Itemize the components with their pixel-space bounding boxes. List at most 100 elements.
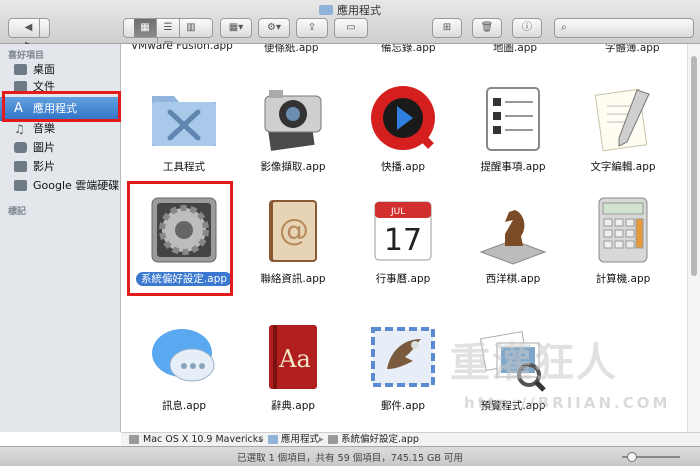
file-label: 訊息.app: [161, 400, 207, 412]
documents-icon: [14, 81, 27, 91]
sidebar-item-music[interactable]: ♫ 音樂: [0, 119, 121, 139]
share-icon: ⇪: [307, 22, 317, 33]
icon-view-button[interactable]: ▦: [134, 19, 156, 37]
file-label: 快播.app: [380, 161, 426, 173]
watermark-url: http://BRIIAN.COM: [464, 394, 671, 412]
sidebar-item-google-drive[interactable]: Google 雲端硬碟: [0, 176, 121, 196]
info-icon: ⓘ: [522, 22, 532, 33]
status-bar: 已選取 1 個項目，共有 59 個項目，745.15 GB 可用: [0, 446, 700, 466]
dictionary-glyph: Aa: [278, 345, 311, 373]
watermark-text: 重灌狂人: [450, 339, 618, 386]
toolbar: 應用程式 ◀▶ ▦☰▥▤ ▦▾ ⚙▾ ⇪ ▭ ⊞ 🗑 ⓘ ⌕: [0, 0, 700, 55]
app-icon: [328, 435, 338, 444]
svg-text:@: @: [279, 213, 309, 248]
list-icon: ☰: [163, 22, 173, 33]
file-label: 工具程式: [163, 161, 205, 173]
back-button[interactable]: ◀: [19, 19, 40, 37]
search-icon: ⌕: [561, 22, 567, 33]
sidebar-item-pictures[interactable]: 圖片: [0, 138, 121, 158]
file-label: 提醒事項.app: [480, 161, 546, 173]
sidebar-item-documents[interactable]: 文件: [0, 77, 121, 91]
file-label: 文字編輯.app: [590, 161, 656, 173]
reminders-icon: [486, 87, 540, 151]
path-bar: Mac OS X 10.9 Mavericks ▸ 應用程式 ▸ 系統偏好設定.…: [121, 432, 700, 446]
folder-icon: [268, 435, 278, 444]
gear-icon: ⚙▾: [267, 22, 281, 33]
file-item[interactable]: 地圖.app: [493, 44, 537, 55]
file-item[interactable]: 字體簿.app: [605, 44, 660, 55]
file-label: 辭典.app: [270, 400, 316, 412]
file-label: 西洋棋.app: [485, 273, 541, 285]
sidebar-highlight-box: [2, 91, 121, 122]
search-field[interactable]: ⌕: [554, 18, 694, 38]
contacts-icon: @: [269, 200, 317, 262]
share-button[interactable]: ⇪: [296, 18, 328, 38]
window-title: 應用程式: [0, 2, 700, 18]
list-view-button[interactable]: ☰: [156, 19, 179, 37]
path-segment[interactable]: 系統偏好設定.app: [341, 433, 419, 446]
file-label: 計算機.app: [595, 273, 651, 285]
file-item-reminders[interactable]: 提醒事項.app: [458, 82, 568, 198]
view-mode-control: ▦☰▥▤: [123, 18, 213, 55]
camera-icon: [14, 142, 27, 153]
tags-header: 標記: [8, 207, 27, 217]
textedit-icon: [594, 88, 650, 152]
file-label: 影像擷取.app: [260, 161, 326, 173]
folder-icon: [14, 180, 27, 191]
column-view-button[interactable]: ▥: [179, 19, 202, 37]
desktop-icon: [14, 64, 27, 75]
messages-icon: [152, 329, 215, 382]
file-item-dictionary[interactable]: Aa 辭典.app: [238, 321, 348, 432]
vertical-scrollbar[interactable]: [687, 44, 700, 432]
watermark: 重灌狂人 http://BRIIAN.COM: [372, 330, 692, 426]
grid-icon: ▦: [140, 22, 150, 33]
calendar-month-text: JUL: [390, 207, 405, 217]
file-item-textedit[interactable]: 文字編輯.app: [568, 82, 678, 198]
path-separator-icon: ▸: [319, 434, 324, 445]
tags-button[interactable]: ▭: [334, 18, 368, 38]
file-item-calculator[interactable]: 計算機.app: [568, 194, 678, 310]
image-capture-icon: [264, 90, 322, 151]
action-button[interactable]: ⚙▾: [258, 18, 290, 38]
path-segment[interactable]: Mac OS X 10.9 Mavericks: [143, 433, 263, 446]
calculator-icon: [598, 197, 648, 263]
path-segment[interactable]: 應用程式: [281, 433, 319, 446]
file-item[interactable]: VMware Fusion.app: [131, 44, 233, 52]
path-separator-icon: ▸: [259, 434, 264, 445]
delete-button[interactable]: 🗑: [472, 18, 502, 38]
finder-window: 應用程式 ◀▶ ▦☰▥▤ ▦▾ ⚙▾ ⇪ ▭ ⊞ 🗑 ⓘ ⌕ 喜好項目 桌面 文…: [0, 0, 700, 466]
calendar-icon: JUL 17: [374, 201, 432, 261]
status-text: 已選取 1 個項目，共有 59 個項目，745.15 GB 可用: [237, 453, 463, 464]
trash-icon: 🗑: [480, 22, 494, 33]
qvod-player-icon: [371, 86, 435, 150]
arrange-button[interactable]: ▦▾: [220, 18, 252, 38]
selected-item-highlight-box: [127, 181, 233, 296]
calendar-day-text: 17: [384, 223, 422, 258]
arrange-icon: ▦▾: [228, 22, 244, 33]
info-button[interactable]: ⓘ: [512, 18, 542, 38]
new-folder-button[interactable]: ⊞: [432, 18, 462, 38]
utilities-folder-icon: [152, 96, 216, 146]
back-forward-control: ◀▶: [8, 18, 50, 51]
scrollbar-thumb[interactable]: [691, 56, 697, 276]
file-item-image-capture[interactable]: 影像擷取.app: [238, 82, 348, 198]
sidebar-item-movies[interactable]: 影片: [0, 157, 121, 177]
chevron-left-icon: ◀: [24, 22, 33, 33]
file-item-chess[interactable]: 西洋棋.app: [458, 194, 568, 310]
file-item-contacts[interactable]: @ 聯絡資訊.app: [238, 194, 348, 310]
file-label: 行事曆.app: [375, 273, 431, 285]
file-item-calendar[interactable]: JUL 17 行事曆.app: [348, 194, 458, 310]
file-item[interactable]: 備忘錄.app: [381, 44, 436, 55]
hard-drive-icon: [129, 435, 139, 444]
new-folder-icon: ⊞: [442, 22, 452, 33]
chess-icon: [479, 210, 547, 265]
file-label: 聯絡資訊.app: [260, 273, 326, 285]
icon-size-slider-knob[interactable]: [627, 452, 637, 462]
file-item[interactable]: 便條紙.app: [264, 44, 319, 55]
dictionary-icon: Aa: [269, 325, 317, 389]
file-item-messages[interactable]: 訊息.app: [129, 321, 239, 432]
folder-icon: [319, 5, 333, 15]
movies-icon: [14, 161, 27, 172]
columns-icon: ▥: [186, 22, 196, 33]
file-item-qvod[interactable]: 快播.app: [348, 82, 458, 198]
